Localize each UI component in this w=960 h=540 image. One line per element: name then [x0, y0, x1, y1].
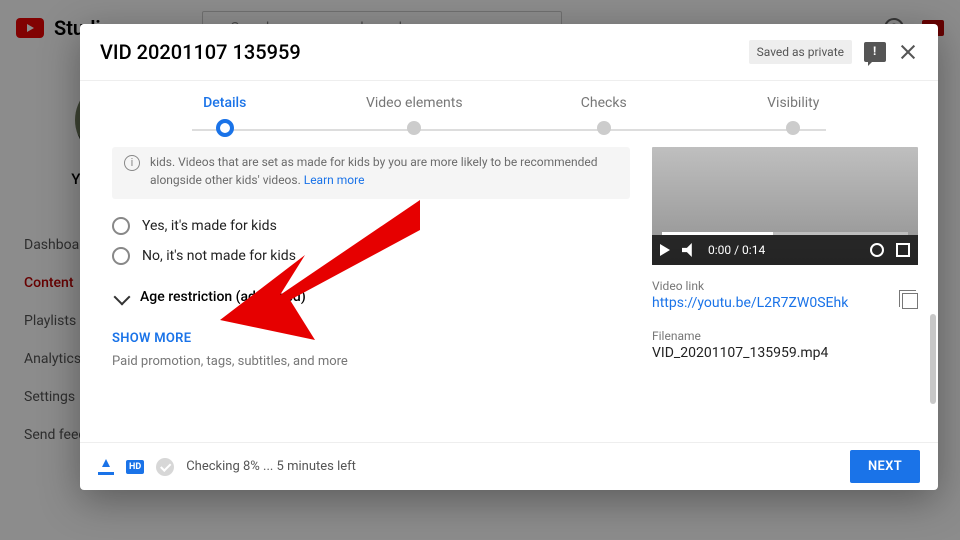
- video-link-value[interactable]: https://youtu.be/L2R7ZW0SEhk: [652, 295, 918, 311]
- video-link-label: Video link: [652, 279, 918, 293]
- step-dot-icon: [407, 121, 421, 135]
- preview-column: 0:00 / 0:14 Video link https://youtu.be/…: [652, 147, 918, 442]
- gear-icon[interactable]: [870, 243, 884, 257]
- player-time: 0:00 / 0:14: [708, 243, 765, 257]
- dialog-scrollbar[interactable]: [930, 174, 936, 440]
- age-restriction-label: Age restriction (advanced): [140, 289, 306, 305]
- age-restriction-toggle[interactable]: Age restriction (advanced): [112, 289, 630, 305]
- dialog-header: VID 20201107 135959 Saved as private !: [80, 24, 938, 81]
- fullscreen-icon[interactable]: [896, 243, 910, 257]
- close-icon[interactable]: [898, 42, 918, 62]
- stepper-track: [192, 129, 827, 131]
- video-preview-player[interactable]: 0:00 / 0:14: [652, 147, 918, 265]
- check-circle-icon: [156, 458, 174, 476]
- dialog-footer: HD Checking 8% ... 5 minutes left NEXT: [80, 442, 938, 490]
- radio-label: No, it's not made for kids: [142, 248, 296, 264]
- radio-made-for-kids-yes[interactable]: Yes, it's made for kids: [112, 217, 630, 235]
- player-controls: 0:00 / 0:14: [652, 235, 918, 265]
- feedback-icon[interactable]: !: [864, 42, 886, 62]
- save-status-chip: Saved as private: [749, 40, 852, 64]
- radio-made-for-kids-no[interactable]: No, it's not made for kids: [112, 247, 630, 265]
- copy-link-icon[interactable]: [902, 293, 918, 309]
- filename-value: VID_20201107_135959.mp4: [652, 345, 918, 361]
- play-icon[interactable]: [660, 244, 670, 256]
- next-button[interactable]: NEXT: [850, 450, 920, 483]
- details-column: i kids. Videos that are set as made for …: [112, 147, 630, 442]
- info-icon: i: [124, 155, 140, 171]
- radio-label: Yes, it's made for kids: [142, 218, 277, 234]
- dialog-title: VID 20201107 135959: [100, 40, 737, 64]
- radio-icon: [112, 217, 130, 235]
- filename-label: Filename: [652, 329, 918, 343]
- upload-dialog: VID 20201107 135959 Saved as private ! D…: [80, 24, 938, 490]
- show-more-description: Paid promotion, tags, subtitles, and mor…: [112, 354, 630, 369]
- hd-badge: HD: [126, 460, 144, 474]
- show-more-button[interactable]: SHOW MORE: [112, 331, 630, 346]
- upload-icon: [98, 459, 114, 475]
- step-dot-icon: [216, 119, 234, 137]
- radio-icon: [112, 247, 130, 265]
- chevron-down-icon: [114, 289, 131, 306]
- kids-info-note: i kids. Videos that are set as made for …: [112, 147, 630, 199]
- learn-more-link[interactable]: Learn more: [304, 173, 365, 187]
- kids-info-text: kids. Videos that are set as made for ki…: [150, 155, 598, 187]
- dialog-body: i kids. Videos that are set as made for …: [80, 137, 938, 442]
- step-dot-icon: [597, 121, 611, 135]
- upload-status-text: Checking 8% ... 5 minutes left: [186, 459, 356, 474]
- volume-icon[interactable]: [682, 243, 696, 257]
- step-dot-icon: [786, 121, 800, 135]
